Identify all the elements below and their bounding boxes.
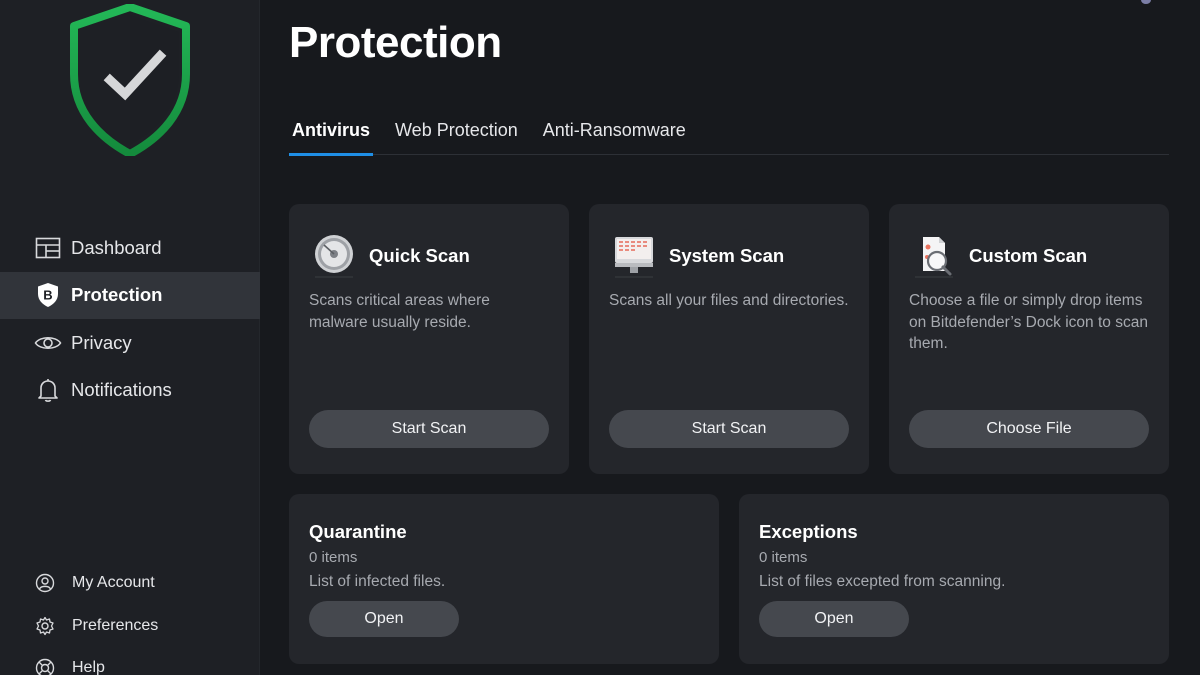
quick-scan-card: Quick Scan Scans critical areas where ma…: [289, 204, 569, 474]
custom-scan-description: Choose a file or simply drop items on Bi…: [909, 292, 1148, 352]
sidebar-item-dashboard[interactable]: Dashboard: [0, 224, 260, 272]
system-scan-icon: [609, 232, 659, 280]
system-scan-card: System Scan Scans all your files and dir…: [589, 204, 869, 474]
quarantine-title: Quarantine: [309, 521, 407, 542]
sidebar-item-protection[interactable]: B Protection: [0, 271, 260, 319]
sidebar-item-preferences[interactable]: Preferences: [0, 605, 260, 648]
sidebar-item-help[interactable]: Help: [0, 647, 260, 675]
sidebar: Dashboard B Protection Privacy Notificat…: [0, 0, 260, 675]
exceptions-open-button[interactable]: Open: [759, 601, 909, 637]
bitdefender-shield-icon: B: [34, 281, 62, 309]
page-title: Protection: [289, 18, 502, 67]
quick-scan-description: Scans critical areas where malware usual…: [309, 292, 490, 331]
sidebar-item-label: Notifications: [71, 379, 172, 401]
tab-web-protection[interactable]: Web Protection: [392, 112, 521, 155]
sidebar-item-label: Help: [72, 659, 105, 675]
lifebuoy-icon: [34, 657, 56, 675]
custom-scan-card: Custom Scan Choose a file or simply drop…: [889, 204, 1169, 474]
sidebar-item-label: Dashboard: [71, 236, 162, 258]
sidebar-nav: Dashboard B Protection Privacy Notificat…: [0, 224, 260, 414]
quick-scan-title: Quick Scan: [369, 245, 470, 266]
tab-antivirus[interactable]: Antivirus: [289, 112, 374, 156]
system-scan-header: System Scan: [609, 232, 784, 280]
quick-scan-start-button[interactable]: Start Scan: [309, 410, 549, 448]
quarantine-open-button[interactable]: Open: [309, 601, 459, 637]
custom-scan-icon: [909, 232, 959, 280]
exceptions-title: Exceptions: [759, 521, 858, 542]
system-scan-start-button[interactable]: Start Scan: [609, 410, 849, 448]
sidebar-item-label: My Account: [72, 574, 155, 592]
sidebar-item-notifications[interactable]: Notifications: [0, 367, 260, 415]
gear-icon: [34, 615, 56, 637]
sidebar-item-privacy[interactable]: Privacy: [0, 319, 260, 367]
sidebar-item-label: Privacy: [71, 331, 132, 353]
quick-scan-icon: [309, 232, 359, 280]
tab-bar: Antivirus Web Protection Anti-Ransomware: [289, 112, 1169, 156]
quarantine-description: List of infected files.: [309, 573, 446, 590]
system-scan-title: System Scan: [669, 245, 785, 266]
sidebar-item-label: Protection: [71, 284, 163, 306]
user-circle-icon: [34, 572, 56, 594]
sidebar-item-my-account[interactable]: My Account: [0, 562, 260, 605]
sidebar-item-label: Preferences: [72, 616, 159, 634]
tab-anti-ransomware[interactable]: Anti-Ransomware: [540, 112, 689, 155]
exceptions-description: List of files excepted from scanning.: [759, 573, 1006, 590]
svg-text:B: B: [43, 288, 52, 303]
quick-scan-header: Quick Scan: [309, 232, 470, 280]
exceptions-count: 0 items: [759, 549, 808, 566]
eye-icon: [34, 329, 62, 357]
exceptions-card: Exceptions 0 items List of files excepte…: [739, 494, 1169, 664]
system-scan-description: Scans all your files and directories.: [609, 292, 849, 309]
custom-scan-title: Custom Scan: [969, 245, 1088, 266]
dashboard-icon: [34, 234, 62, 262]
sidebar-bottom-nav: My Account Preferences Help: [0, 562, 260, 675]
shield-check-icon: [70, 4, 190, 156]
main-content: Protection Antivirus Web Protection Anti…: [261, 0, 1200, 675]
quarantine-count: 0 items: [309, 549, 358, 566]
choose-file-button[interactable]: Choose File: [909, 410, 1149, 448]
bell-icon: [34, 376, 62, 404]
custom-scan-header: Custom Scan: [909, 232, 1087, 280]
quarantine-card: Quarantine 0 items List of infected file…: [289, 494, 719, 664]
